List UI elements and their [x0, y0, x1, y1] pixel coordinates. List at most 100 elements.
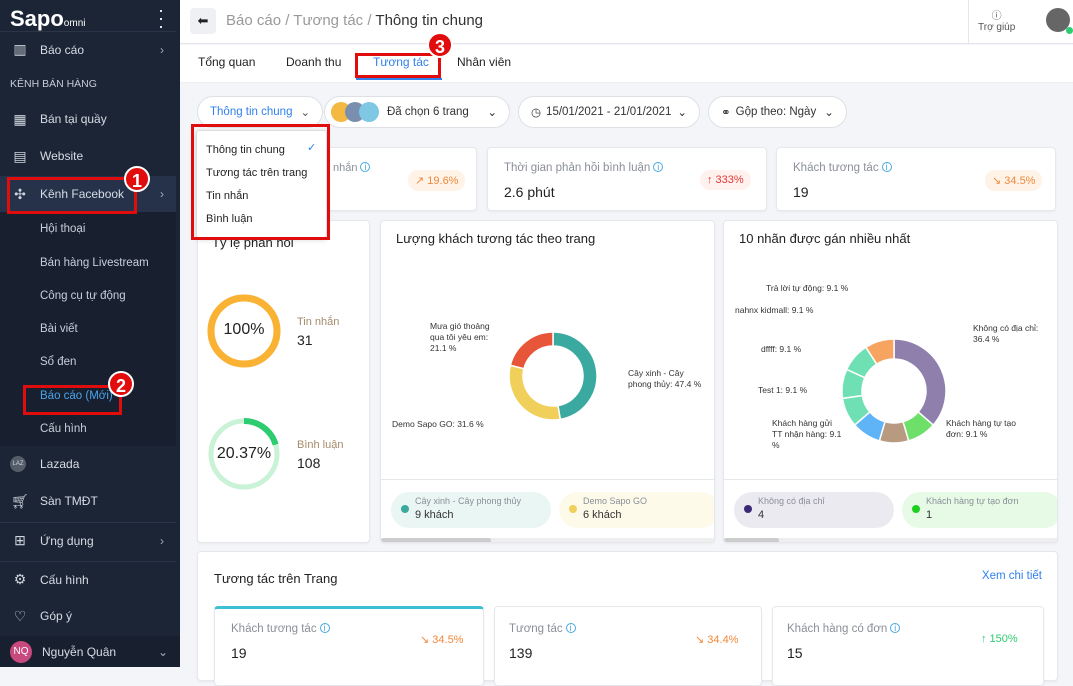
sidebar-item-feedback[interactable]: ♡ Góp ý	[0, 598, 176, 634]
sub-blacklist[interactable]: Sổ đen	[40, 356, 76, 368]
user-menu[interactable]: NQ Nguyễn Quân ⌄	[0, 636, 180, 667]
lazada-icon: LAZ	[10, 456, 26, 472]
divider	[381, 479, 714, 480]
section-title: Tương tác trên Trang	[214, 571, 338, 586]
sidebar-item-settings[interactable]: ⚙ Cấu hình	[0, 561, 176, 597]
donut-slice[interactable]	[509, 331, 554, 370]
user-name: Nguyễn Quân	[42, 644, 117, 659]
slice-label: Mưa gió thoảng qua tôi yêu em: 21.1 %	[430, 321, 490, 353]
store-icon: ▤	[13, 147, 27, 164]
page-select[interactable]: Đã chọn 6 trang ⌄	[324, 96, 510, 128]
date-range-picker[interactable]: ◷ 15/01/2021 - 21/01/2021 ⌄	[518, 96, 700, 128]
chevron-down-icon: ⌄	[677, 107, 687, 119]
message-rate-value: 100%	[223, 321, 265, 338]
crumb[interactable]: Báo cáo	[226, 12, 281, 29]
tab-bar: Tổng quan Doanh thu Tương tác Nhân viên	[180, 45, 1073, 83]
gear-icon: ⚙	[13, 571, 27, 587]
crumb[interactable]: Tương tác	[293, 12, 363, 29]
chevron-down-icon: ⌄	[157, 644, 168, 659]
clock-icon: ◷	[531, 107, 542, 119]
stat-card-interacting-customers: Khách tương tác i 19 ↘ 34.5%	[776, 147, 1056, 211]
info-icon[interactable]: i	[565, 623, 576, 633]
divider	[724, 479, 1057, 480]
scrollbar[interactable]	[724, 538, 1057, 542]
annotation-box	[355, 53, 441, 78]
active-tab-indicator	[356, 78, 442, 80]
label: Báo cáo	[40, 42, 85, 57]
more-menu-icon[interactable]: · · ·	[158, 1, 164, 35]
apps-icon: ⊞	[14, 532, 26, 548]
legend-dot	[569, 505, 577, 513]
response-rate-card: Tỷ lệ phản hồi 100% Tin nhắn 31 20.37% B…	[197, 220, 370, 543]
tab-revenue[interactable]: Doanh thu	[286, 55, 341, 69]
cart-icon: 🛒︎	[11, 492, 29, 509]
label: Lazada	[40, 457, 80, 471]
metric-card[interactable]: Tương tác i 139 ↘ 34.4%	[494, 606, 762, 686]
chevron-down-icon: ⌄	[300, 107, 311, 119]
sub-posts[interactable]: Bài viết	[40, 323, 78, 335]
info-icon[interactable]: i	[881, 162, 892, 172]
logo: Sapoomni	[10, 6, 86, 31]
slice-label: nahnx kidmall: 9.1 %	[735, 305, 814, 315]
chevron-down-icon: ⌄	[487, 107, 497, 119]
scrollbar[interactable]	[381, 538, 714, 542]
slice-label: Không có địa chỉ: 36.4 %	[973, 323, 1039, 344]
message-label: Tin nhắn	[297, 316, 340, 328]
back-button[interactable]: ⬅	[190, 8, 216, 34]
info-icon[interactable]: i	[653, 162, 664, 172]
label: Website	[40, 149, 84, 163]
comment-label: Bình luận	[297, 439, 344, 451]
info-icon[interactable]: i	[319, 623, 330, 633]
tab-staff[interactable]: Nhân viên	[457, 55, 511, 69]
sub-conversations[interactable]: Hội thoại	[40, 223, 85, 235]
sidebar-item-apps[interactable]: ⊞ Ứng dụng ›	[0, 522, 176, 558]
donut-slice[interactable]	[508, 364, 562, 421]
stat-change: ↘ 34.5%	[985, 170, 1043, 191]
group-by-select[interactable]: ⚭ Gộp theo: Ngày ⌄	[708, 96, 847, 128]
legend-item: Cây xinh - Cây phong thủy 9 khách	[391, 492, 551, 528]
group-icon: ⚭	[721, 107, 731, 119]
sub-livestream[interactable]: Bán hàng Livestream	[40, 257, 149, 269]
chevron-right-icon: ›	[160, 187, 164, 201]
slice-label: Khách hàng tự tạo đơn: 9.1 %	[946, 418, 1016, 439]
sub-automation[interactable]: Công cụ tự động	[40, 290, 126, 302]
slice-label: dffff: 9.1 %	[761, 344, 802, 354]
stat-label: Khách tương tác i	[793, 162, 892, 174]
topbar: ⬅ Báo cáo / Tương tác / Thông tin chung …	[180, 0, 1073, 44]
sidebar-item-pos[interactable]: ▦ Bán tại quầy	[0, 101, 176, 137]
tab-overview[interactable]: Tổng quan	[198, 55, 255, 69]
chevron-down-icon: ⌄	[824, 107, 834, 119]
info-icon[interactable]: i	[360, 162, 371, 172]
annotation-box	[191, 124, 330, 240]
sidebar: Sapoomni · · · ▥ Báo cáo › KÊNH BÁN HÀNG ▦ Bá…	[0, 0, 180, 667]
sidebar-item-marketplace[interactable]: 🛒︎ Sàn TMĐT	[0, 483, 176, 519]
metric-card[interactable]: Khách tương tác i 19 ↘ 34.5%	[214, 606, 484, 686]
sidebar-item-lazada[interactable]: LAZ Lazada	[0, 446, 176, 482]
chevron-right-icon: ›	[160, 533, 164, 548]
card-title: Lượng khách tương tác theo trang	[396, 231, 596, 246]
page-avatars	[331, 102, 379, 122]
annotation-box	[23, 385, 122, 415]
sidebar-item-website[interactable]: ▤ Website	[0, 138, 176, 174]
slice-label: Cây xinh - Cây phong thủy: 47.4 %	[628, 368, 702, 389]
help-button[interactable]: ⓘ Trợ giúp	[978, 7, 1015, 33]
legend-dot	[401, 505, 409, 513]
slice-label: Khách hàng gửi TT nhận hàng: 9.1 %	[772, 418, 842, 450]
card-title: 10 nhãn được gán nhiều nhất	[739, 231, 911, 246]
metric-card[interactable]: Khách hàng có đơn i 15 ↑ 150%	[772, 606, 1044, 686]
sidebar-item-report[interactable]: ▥ Báo cáo ›	[0, 31, 176, 67]
top-labels-card: 10 nhãn được gán nhiều nhất Trả lời tự đ…	[723, 220, 1058, 543]
label: Sàn TMĐT	[40, 494, 98, 508]
stat-label: nhắn i	[333, 162, 371, 174]
crumb-current: Thông tin chung	[375, 12, 483, 29]
stat-value: 2.6 phút	[504, 184, 555, 200]
label: Ứng dụng	[40, 533, 94, 548]
sub-config[interactable]: Cấu hình	[40, 423, 87, 435]
info-icon[interactable]: i	[890, 623, 901, 633]
comment-count: 108	[297, 455, 321, 471]
online-indicator	[1066, 27, 1073, 34]
legend-dot	[744, 505, 752, 513]
donut-slice[interactable]	[552, 331, 598, 421]
view-details-link[interactable]: Xem chi tiết	[982, 570, 1042, 582]
donut-slice[interactable]	[893, 338, 947, 427]
